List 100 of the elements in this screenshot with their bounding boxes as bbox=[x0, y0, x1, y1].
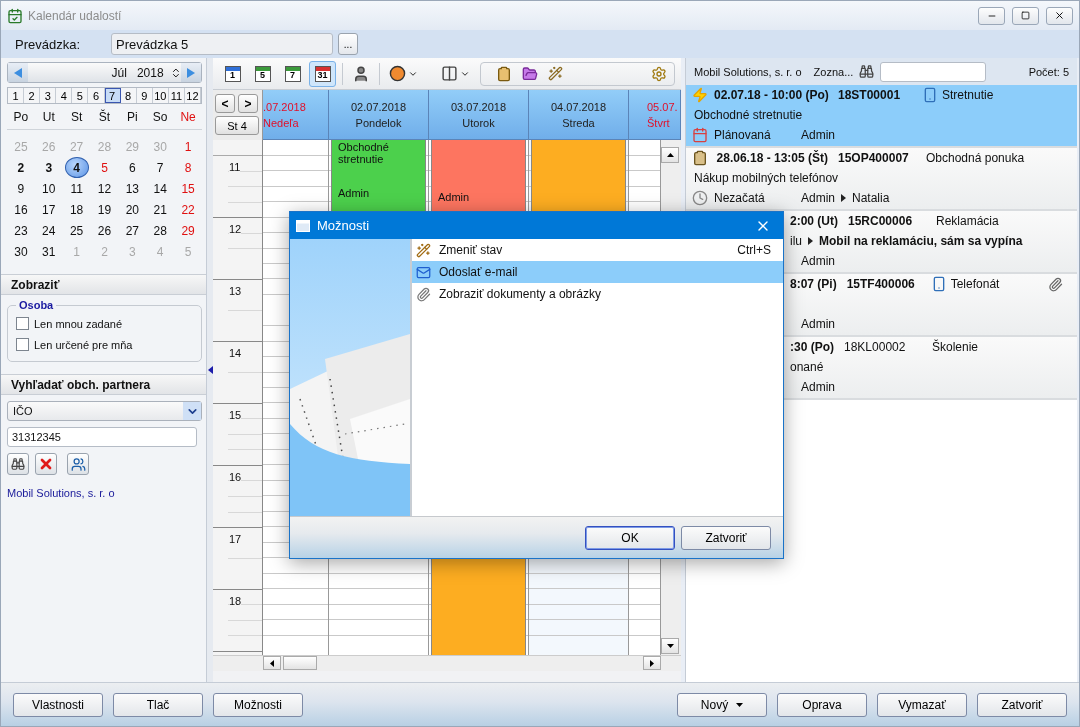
calendar-day[interactable]: 27 bbox=[120, 220, 145, 241]
calendar-day[interactable]: 18 bbox=[64, 199, 89, 220]
calendar-day[interactable]: 1 bbox=[176, 136, 201, 157]
calendar-day[interactable]: 16 bbox=[8, 199, 33, 220]
browse-button[interactable]: ... bbox=[338, 33, 358, 55]
cross-icon bbox=[38, 456, 54, 472]
checkbox-label: Len mnou zadané bbox=[34, 317, 123, 330]
calendar-day[interactable]: 25 bbox=[64, 220, 89, 241]
delete-button[interactable] bbox=[35, 453, 57, 475]
item-user: Admin bbox=[801, 380, 835, 394]
calendar-day[interactable]: 26 bbox=[92, 220, 117, 241]
window-title: Kalendár udalostí bbox=[28, 8, 123, 23]
item-date: 8:07 (Pi) bbox=[790, 277, 837, 291]
calendar-day[interactable]: 10 bbox=[36, 178, 61, 199]
calendar-day[interactable]: 8 bbox=[176, 157, 201, 178]
item-type: Školenie bbox=[932, 340, 979, 354]
calendar-day[interactable]: 20 bbox=[120, 199, 145, 220]
close-button[interactable] bbox=[1046, 6, 1073, 25]
calendar-icon bbox=[692, 127, 708, 143]
calendar-day[interactable]: 11 bbox=[64, 178, 89, 199]
maximize-button[interactable] bbox=[1012, 6, 1039, 25]
calendar-day[interactable]: 12 bbox=[92, 178, 117, 199]
calendar-day[interactable]: 22 bbox=[176, 199, 201, 220]
calendar-day[interactable]: 3 bbox=[36, 157, 61, 178]
search-type-dropdown[interactable]: IČO bbox=[7, 401, 202, 421]
calendar-day[interactable]: 23 bbox=[8, 220, 33, 241]
calendar-day[interactable]: 5 bbox=[92, 157, 117, 178]
action-button[interactable]: Tlač bbox=[113, 692, 203, 717]
hour-label: 11 bbox=[229, 160, 241, 173]
item-user: Admin bbox=[801, 191, 835, 205]
action-button[interactable]: Oprava bbox=[777, 692, 867, 717]
option-item[interactable]: Odoslať e-mail bbox=[412, 261, 783, 283]
calendar-day[interactable]: 21 bbox=[148, 199, 173, 220]
view-button[interactable]: 1 bbox=[219, 60, 246, 87]
agenda-item[interactable]: 02.07.18 - 10:00 (Po) 18ST00001 Stretnutie Obchodné stretnutie Plánovaná Admin bbox=[686, 85, 1077, 148]
previous-month-button[interactable] bbox=[8, 63, 28, 82]
section-title: Zobraziť bbox=[11, 277, 60, 292]
month-label: Júl bbox=[110, 65, 127, 80]
arrow-icon bbox=[841, 194, 846, 202]
previous-button[interactable]: < bbox=[215, 94, 235, 113]
ok-button[interactable]: OK bbox=[585, 525, 675, 550]
action-button[interactable]: Zatvoriť bbox=[977, 692, 1067, 717]
search-field[interactable] bbox=[880, 61, 987, 82]
calendar-day[interactable]: 6 bbox=[120, 157, 145, 178]
calendar-day[interactable]: 4 bbox=[64, 157, 89, 178]
item-status: Plánovaná bbox=[714, 128, 772, 142]
calendar-day[interactable]: 29 bbox=[176, 220, 201, 241]
calendar-day[interactable]: 14 bbox=[148, 178, 173, 199]
collapse-arrow-icon[interactable] bbox=[208, 366, 213, 374]
search-button[interactable] bbox=[7, 453, 29, 475]
calendar-day[interactable]: 17 bbox=[36, 199, 61, 220]
calendar-day[interactable]: 7 bbox=[148, 157, 173, 178]
scroll-down-button[interactable] bbox=[661, 638, 679, 654]
agenda-item[interactable]: 28.06.18 - 13:05 (Št) 15OP400007 Obchodná ponuka Nákup mobilných telefónov Nezačatá Admin Natalia bbox=[686, 148, 1077, 211]
view-button[interactable]: 31 bbox=[309, 60, 336, 87]
scroll-left-button[interactable] bbox=[263, 656, 281, 670]
item-number: 18KL00002 bbox=[844, 340, 907, 354]
date-label: 05.07. bbox=[647, 99, 678, 115]
clipboard-icon bbox=[692, 150, 708, 166]
folder-icon bbox=[522, 65, 538, 82]
calendar-day[interactable]: 2 bbox=[8, 157, 33, 178]
view-button[interactable]: 7 bbox=[279, 60, 306, 87]
hour-label: 17 bbox=[229, 532, 242, 545]
scroll-right-button[interactable] bbox=[643, 656, 661, 670]
calendar-day[interactable]: 30 bbox=[8, 241, 33, 262]
checkbox[interactable] bbox=[16, 338, 29, 351]
view-button[interactable]: 5 bbox=[249, 60, 276, 87]
scroll-up-button[interactable] bbox=[661, 147, 679, 163]
item-type: Telefonát bbox=[950, 277, 1000, 291]
action-button[interactable]: Vlastnosti bbox=[13, 692, 103, 717]
calendar-day[interactable]: 19 bbox=[92, 199, 117, 220]
scroll-thumb[interactable] bbox=[283, 656, 317, 670]
window-icon bbox=[296, 219, 310, 232]
hour-label: 13 bbox=[229, 284, 242, 297]
action-button[interactable]: Nový bbox=[677, 692, 767, 717]
next-button[interactable]: > bbox=[238, 94, 258, 113]
partners-button[interactable] bbox=[67, 453, 89, 475]
weekday-label: So bbox=[151, 110, 169, 124]
date-label: .07.2018 bbox=[263, 99, 306, 115]
field-label: Prevádzka: bbox=[15, 36, 82, 52]
action-button[interactable]: Vymazať bbox=[877, 692, 967, 717]
today-button[interactable]: St 4 bbox=[215, 116, 259, 135]
partner-link[interactable]: Mobil Solutions, s. r. o bbox=[7, 487, 202, 499]
calendar-day[interactable]: 24 bbox=[36, 220, 61, 241]
action-button[interactable]: Možnosti bbox=[213, 692, 303, 717]
minimize-button[interactable] bbox=[978, 6, 1005, 25]
calendar-day[interactable]: 31 bbox=[36, 241, 61, 262]
item-user: Admin bbox=[801, 128, 835, 142]
calendar-day[interactable]: 13 bbox=[120, 178, 145, 199]
search-icon[interactable] bbox=[859, 64, 875, 79]
close-dialog-button[interactable]: Zatvoriť bbox=[681, 525, 771, 550]
branch-field[interactable]: Prevádzka 5 bbox=[111, 33, 333, 55]
weekday-label: Ut bbox=[41, 110, 56, 124]
person-icon bbox=[352, 64, 370, 83]
calendar-day[interactable]: 28 bbox=[148, 220, 173, 241]
calendar-day[interactable]: 9 bbox=[8, 178, 33, 199]
partner-id-field[interactable]: 31312345 bbox=[7, 427, 197, 447]
calendar-day[interactable]: 15 bbox=[176, 178, 201, 199]
year-label: 2018 bbox=[136, 65, 164, 80]
checkbox[interactable] bbox=[16, 317, 29, 330]
